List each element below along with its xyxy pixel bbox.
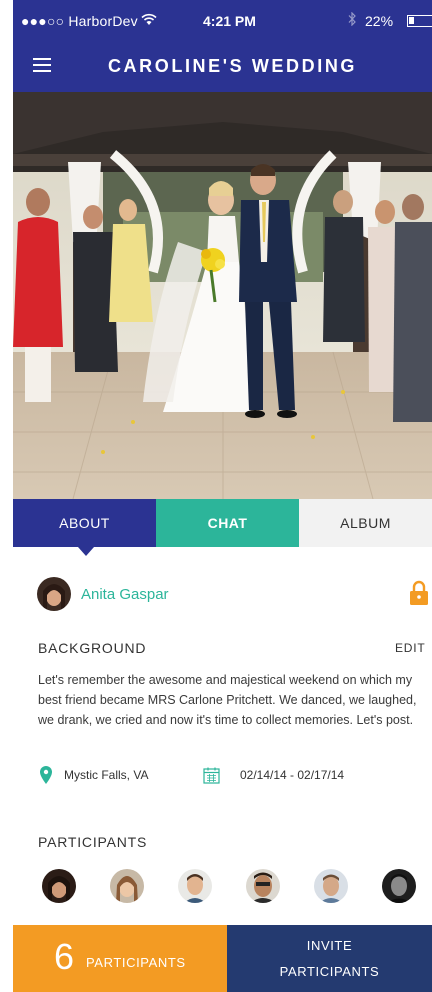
participant-avatar[interactable] [314, 869, 348, 903]
background-description: Let's remember the awesome and majestica… [38, 673, 417, 727]
participant-avatar[interactable] [42, 869, 76, 903]
participants-avatars [42, 869, 422, 903]
location-text: Mystic Falls, VA [64, 768, 149, 782]
tab-chat[interactable]: CHAT [156, 499, 299, 547]
page-title: CAROLINE'S WEDDING [107, 56, 358, 76]
active-tab-pointer [78, 547, 94, 556]
participants-heading: PARTICIPANTS [38, 834, 148, 850]
lock-icon[interactable] [409, 580, 429, 606]
nav-bar: CAROLINE'S WEDDING [13, 42, 432, 92]
date-range: 02/14/14 - 02/17/14 [240, 768, 345, 782]
bluetooth-icon [348, 12, 356, 26]
edit-button[interactable]: EDIT [395, 641, 426, 655]
clock: 4:21 PM [203, 13, 256, 29]
background-heading: BACKGROUND [38, 640, 147, 656]
invite-label-line1: INVITE [306, 938, 353, 953]
tab-about[interactable]: ABOUT [13, 499, 156, 547]
participant-avatar[interactable] [382, 869, 416, 903]
participant-avatar[interactable] [110, 869, 144, 903]
host-avatar [37, 577, 71, 611]
calendar-icon [203, 767, 220, 784]
participant-avatar[interactable] [246, 869, 280, 903]
hero-photo [13, 92, 432, 499]
participants-count-label: PARTICIPANTS [86, 955, 186, 970]
participants-count-button[interactable]: 6 PARTICIPANTS [13, 925, 227, 992]
invite-participants-button[interactable]: INVITE PARTICIPANTS [227, 925, 432, 992]
tab-bar: ABOUT CHAT ALBUM [13, 499, 432, 547]
participant-avatar[interactable] [178, 869, 212, 903]
battery-icon [407, 15, 432, 27]
participants-count: 6 [54, 936, 75, 977]
map-pin-icon [40, 766, 52, 784]
host-name: Anita Gaspar [81, 586, 169, 603]
tab-album[interactable]: ALBUM [299, 499, 432, 547]
invite-label-line2: PARTICIPANTS [279, 964, 380, 979]
wifi-icon [141, 13, 157, 25]
carrier-label: ●●●○○ HarborDev [21, 13, 138, 29]
host-row[interactable]: Anita Gaspar [37, 577, 169, 613]
status-bar: ●●●○○ HarborDev 4:21 PM 22% [13, 0, 432, 42]
footer-bar: 6 PARTICIPANTS INVITE PARTICIPANTS [13, 925, 432, 992]
battery-percent: 22% [365, 13, 394, 29]
